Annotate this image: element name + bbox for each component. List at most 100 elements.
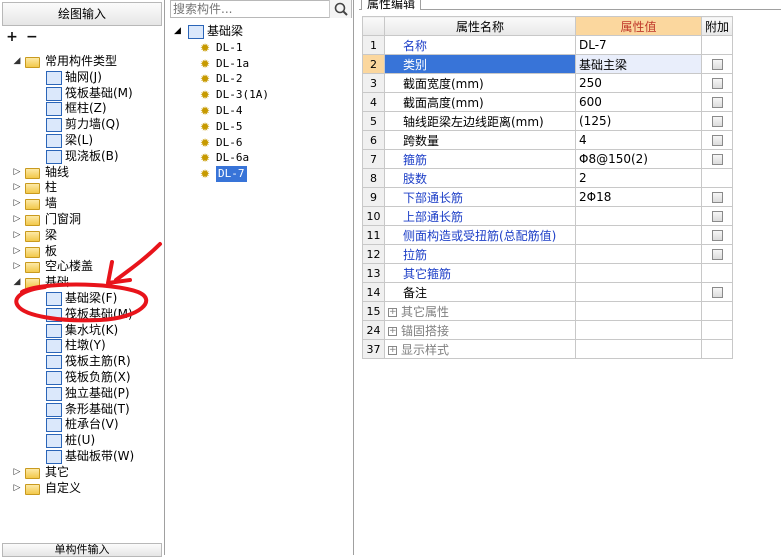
expand-arrow-icon[interactable]: ▷ xyxy=(12,244,22,260)
tree-item[interactable]: ▷ 梁 xyxy=(0,228,164,244)
extra-checkbox[interactable] xyxy=(711,97,723,108)
expand-arrow-icon[interactable]: ▷ xyxy=(12,196,22,212)
tree-item[interactable]: 梁(L) xyxy=(0,133,164,149)
property-value[interactable] xyxy=(575,339,702,359)
tree-item[interactable]: 筏板主筋(R) xyxy=(0,354,164,370)
extra-checkbox[interactable] xyxy=(711,211,723,222)
property-value[interactable]: 4 xyxy=(575,130,702,150)
property-name[interactable]: 截面高度(mm) xyxy=(384,92,576,112)
property-value[interactable]: 250 xyxy=(575,73,702,93)
expand-arrow-icon[interactable]: ▷ xyxy=(12,465,22,481)
property-row[interactable]: 13 其它箍筋 xyxy=(362,263,734,283)
collapse-arrow-icon[interactable]: ◢ xyxy=(12,54,22,70)
property-value[interactable]: 600 xyxy=(575,92,702,112)
tree-item[interactable]: ▷ 柱 xyxy=(0,180,164,196)
extra-checkbox[interactable] xyxy=(711,192,723,203)
extra-checkbox[interactable] xyxy=(711,230,723,241)
extra-checkbox[interactable] xyxy=(711,249,723,260)
component-list-item[interactable]: ✹ DL-2 xyxy=(174,71,350,87)
property-value[interactable]: 2 xyxy=(575,168,702,188)
property-value[interactable] xyxy=(575,206,702,226)
tree-item[interactable]: 基础梁(F) xyxy=(0,291,164,307)
component-list-item[interactable]: ✹ DL-3(1A) xyxy=(174,87,350,103)
extra-checkbox[interactable] xyxy=(711,59,723,70)
property-value[interactable] xyxy=(575,320,702,340)
expand-group-icon[interactable]: + xyxy=(388,345,397,355)
property-name-header[interactable]: 属性名称 xyxy=(384,16,576,36)
tab-property-edit[interactable]: 属性编辑 xyxy=(361,0,421,11)
property-value[interactable]: (125) xyxy=(575,111,702,131)
component-list-item[interactable]: ✹ DL-6 xyxy=(174,135,350,151)
property-row[interactable]: 7 箍筋 Φ8@150(2) xyxy=(362,149,734,169)
component-list-item[interactable]: ✹ DL-6a xyxy=(174,150,350,166)
extra-checkbox[interactable] xyxy=(711,116,723,127)
property-value-header[interactable]: 属性值 xyxy=(575,16,702,36)
tree-item[interactable]: 筏板负筋(X) xyxy=(0,370,164,386)
property-value[interactable] xyxy=(575,244,702,264)
property-name[interactable]: 肢数 xyxy=(384,168,576,188)
tree-item[interactable]: ▷ 板 xyxy=(0,244,164,260)
property-value[interactable] xyxy=(575,282,702,302)
property-value[interactable]: DL-7 xyxy=(575,35,702,55)
property-name[interactable]: + 锚固搭接 xyxy=(384,320,576,340)
property-row[interactable]: 15 + 其它属性 xyxy=(362,301,734,321)
tree-item[interactable]: ◢ 常用构件类型 xyxy=(0,54,164,70)
property-row[interactable]: 4 截面高度(mm) 600 xyxy=(362,92,734,112)
property-row[interactable]: 5 轴线距梁左边线距离(mm) (125) xyxy=(362,111,734,131)
property-row[interactable]: 24 + 锚固搭接 xyxy=(362,320,734,340)
component-root[interactable]: ◢ 基础梁 xyxy=(174,24,350,40)
tree-item[interactable]: 剪力墙(Q) xyxy=(0,117,164,133)
property-name[interactable]: 轴线距梁左边线距离(mm) xyxy=(384,111,576,131)
property-row[interactable]: 8 肢数 2 xyxy=(362,168,734,188)
tree-item[interactable]: ▷ 空心楼盖 xyxy=(0,259,164,275)
component-list-item[interactable]: ✹ DL-1 xyxy=(174,40,350,56)
expand-arrow-icon[interactable]: ▷ xyxy=(12,481,22,497)
property-row[interactable]: 12 拉筋 xyxy=(362,244,734,264)
expand-arrow-icon[interactable]: ▷ xyxy=(12,228,22,244)
collapse-arrow-icon[interactable]: ◢ xyxy=(174,24,181,40)
tree-item[interactable]: 基础板带(W) xyxy=(0,449,164,465)
collapse-arrow-icon[interactable]: ◢ xyxy=(12,275,22,291)
property-name[interactable]: 拉筋 xyxy=(384,244,576,264)
search-input[interactable] xyxy=(173,1,323,17)
property-row[interactable]: 14 备注 xyxy=(362,282,734,302)
property-name[interactable]: 截面宽度(mm) xyxy=(384,73,576,93)
property-name[interactable]: 备注 xyxy=(384,282,576,302)
expand-all-icon[interactable]: + xyxy=(4,30,20,46)
expand-arrow-icon[interactable]: ▷ xyxy=(12,180,22,196)
property-value[interactable]: Φ8@150(2) xyxy=(575,149,702,169)
property-name[interactable]: + 其它属性 xyxy=(384,301,576,321)
tree-item[interactable]: 桩(U) xyxy=(0,433,164,449)
expand-arrow-icon[interactable]: ▷ xyxy=(12,259,22,275)
property-row[interactable]: 1 名称 DL-7 xyxy=(362,35,734,55)
search-button[interactable] xyxy=(329,0,351,18)
property-value[interactable] xyxy=(575,263,702,283)
tree-item[interactable]: 条形基础(T) xyxy=(0,402,164,418)
property-value[interactable] xyxy=(575,301,702,321)
tree-item[interactable]: ◢ 基础 xyxy=(0,275,164,291)
tree-item[interactable]: 桩承台(V) xyxy=(0,417,164,433)
property-name[interactable]: 箍筋 xyxy=(384,149,576,169)
tree-item[interactable]: 现浇板(B) xyxy=(0,149,164,165)
expand-group-icon[interactable]: + xyxy=(388,326,397,336)
tree-item[interactable]: ▷ 自定义 xyxy=(0,481,164,497)
extra-checkbox[interactable] xyxy=(711,287,723,298)
tree-item[interactable]: 筏板基础(M) xyxy=(0,307,164,323)
property-name[interactable]: 上部通长筋 xyxy=(384,206,576,226)
tree-item[interactable]: ▷ 墙 xyxy=(0,196,164,212)
component-list-item[interactable]: ✹ DL-4 xyxy=(174,103,350,119)
component-list-item[interactable]: ✹ DL-7 xyxy=(174,166,350,182)
property-row[interactable]: 3 截面宽度(mm) 250 xyxy=(362,73,734,93)
expand-arrow-icon[interactable]: ▷ xyxy=(12,165,22,181)
property-row[interactable]: 6 跨数量 4 xyxy=(362,130,734,150)
collapse-all-icon[interactable]: − xyxy=(24,30,40,46)
property-value[interactable]: 2Φ18 xyxy=(575,187,702,207)
property-row[interactable]: 11 侧面构造或受扭筋(总配筋值) xyxy=(362,225,734,245)
tree-item[interactable]: 筏板基础(M) xyxy=(0,86,164,102)
property-row[interactable]: 10 上部通长筋 xyxy=(362,206,734,226)
property-name[interactable]: 名称 xyxy=(384,35,576,55)
tree-item[interactable]: ▷ 其它 xyxy=(0,465,164,481)
property-name[interactable]: 类别 xyxy=(384,54,576,74)
component-list-item[interactable]: ✹ DL-5 xyxy=(174,119,350,135)
extra-header[interactable]: 附加 xyxy=(700,16,734,36)
